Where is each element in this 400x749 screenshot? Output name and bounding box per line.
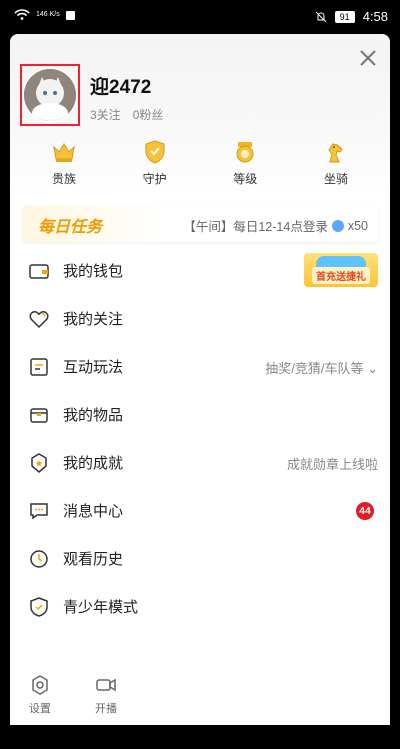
menu-item-wallet[interactable]: 我的钱包 首充送捷礼 bbox=[10, 246, 390, 294]
clock-icon bbox=[30, 550, 48, 568]
menu-item-label: 消息中心 bbox=[63, 503, 124, 520]
status-time: 4:58 bbox=[362, 9, 388, 24]
menu-item-label: 互动玩法 bbox=[63, 359, 124, 376]
daily-task-text: 【午间】每日12-14点登录 bbox=[183, 220, 328, 234]
mute-icon bbox=[315, 11, 327, 22]
menu-list: 我的钱包 首充送捷礼 我的关注 互动玩法 抽奖/竞猜/车队等 ⌄ 我的物品 我的… bbox=[10, 246, 390, 630]
following-count[interactable]: 3关注 bbox=[90, 106, 121, 123]
close-icon bbox=[360, 50, 376, 66]
fans-count[interactable]: 0粉丝 bbox=[133, 106, 164, 123]
quick-action-label: 贵族 bbox=[51, 172, 76, 186]
quick-action-noble[interactable]: 贵族 bbox=[30, 138, 98, 187]
profile-panel: 迎2472 3关注 0粉丝 贵族 守护 等级 坐骑 每日任务 【午间】每日12-… bbox=[10, 34, 390, 725]
go-live-label: 开播 bbox=[95, 703, 117, 715]
menu-item-label: 青少年模式 bbox=[63, 599, 139, 616]
quick-action-guard[interactable]: 守护 bbox=[121, 138, 189, 187]
wallet-icon bbox=[29, 264, 49, 279]
menu-item-items[interactable]: 我的物品 bbox=[10, 390, 390, 438]
menu-item-teen-mode[interactable]: 青少年模式 bbox=[10, 582, 390, 630]
status-left: 146 K/s bbox=[14, 9, 75, 21]
menu-item-aside-text: 抽奖/竞猜/车队等 bbox=[265, 361, 364, 376]
menu-item-history[interactable]: 观看历史 bbox=[10, 534, 390, 582]
daily-task-banner[interactable]: 每日任务 【午间】每日12-14点登录 x50 bbox=[22, 206, 378, 242]
shield-icon bbox=[145, 140, 165, 164]
bottom-actions: 设置 开播 bbox=[24, 674, 122, 716]
message-icon bbox=[30, 503, 48, 520]
menu-item-aside: 抽奖/竞猜/车队等 ⌄ bbox=[265, 358, 378, 377]
menu-item-achievements[interactable]: 我的成就 成就勋章上线啦 bbox=[10, 438, 390, 486]
quick-action-mount[interactable]: 坐骑 bbox=[302, 138, 370, 187]
speed-value: 146 K/s bbox=[36, 11, 60, 18]
chevron-down-icon: ⌄ bbox=[367, 361, 378, 376]
quick-action-label: 守护 bbox=[142, 172, 167, 186]
menu-item-aside: 成就勋章上线啦 bbox=[286, 457, 378, 472]
daily-task-title: 每日任务 bbox=[38, 219, 103, 236]
settings-icon bbox=[32, 675, 48, 695]
quick-action-label: 坐骑 bbox=[323, 172, 348, 186]
settings-label: 设置 bbox=[29, 703, 51, 715]
menu-item-label: 观看历史 bbox=[63, 551, 124, 568]
daily-task-reward: x50 bbox=[347, 218, 368, 233]
unread-badge: 44 bbox=[356, 502, 374, 520]
menu-item-interactive-play[interactable]: 互动玩法 抽奖/竞猜/车队等 ⌄ bbox=[10, 342, 390, 390]
system-nav-bar bbox=[0, 725, 400, 749]
quick-action-label: 等级 bbox=[233, 172, 258, 186]
daily-task-desc: 【午间】每日12-14点登录 x50 bbox=[183, 216, 368, 235]
status-bar: 146 K/s 91 4:58 bbox=[0, 0, 400, 34]
promo-label: 首充送捷礼 bbox=[312, 267, 370, 284]
username: 迎2472 bbox=[90, 77, 152, 98]
network-speed: 146 K/s bbox=[36, 11, 60, 19]
go-live-button[interactable]: 开播 bbox=[90, 674, 122, 716]
menu-item-messages[interactable]: 消息中心 44 bbox=[10, 486, 390, 534]
menu-item-label: 我的物品 bbox=[63, 407, 124, 424]
list-icon bbox=[30, 358, 48, 376]
close-button[interactable] bbox=[358, 48, 378, 68]
quick-action-level[interactable]: 等级 bbox=[211, 138, 279, 187]
first-charge-promo[interactable]: 首充送捷礼 bbox=[304, 253, 378, 287]
avatar[interactable] bbox=[24, 69, 76, 121]
menu-item-following[interactable]: 我的关注 bbox=[10, 294, 390, 342]
settings-button[interactable]: 设置 bbox=[24, 674, 56, 716]
badge-icon bbox=[236, 142, 254, 163]
teen-shield-icon bbox=[30, 597, 48, 617]
menu-item-label: 我的成就 bbox=[63, 455, 124, 472]
avatar-frame[interactable] bbox=[20, 64, 80, 126]
menu-item-label: 我的关注 bbox=[63, 311, 124, 328]
status-right: 91 4:58 bbox=[315, 9, 388, 24]
box-icon bbox=[30, 408, 48, 423]
heart-icon bbox=[29, 311, 49, 329]
quick-actions: 贵族 守护 等级 坐骑 bbox=[30, 138, 370, 187]
profile-stats: 3关注 0粉丝 bbox=[90, 106, 163, 123]
crown-icon bbox=[53, 143, 75, 162]
camera-icon bbox=[96, 678, 116, 692]
coin-icon bbox=[331, 219, 344, 232]
achievement-icon bbox=[31, 453, 47, 473]
app-square-icon bbox=[65, 10, 75, 20]
horse-icon bbox=[328, 143, 343, 163]
menu-item-label: 我的钱包 bbox=[63, 263, 124, 280]
battery-level: 91 bbox=[334, 10, 355, 23]
cat-avatar-image bbox=[24, 69, 76, 121]
wifi-icon bbox=[14, 9, 30, 20]
